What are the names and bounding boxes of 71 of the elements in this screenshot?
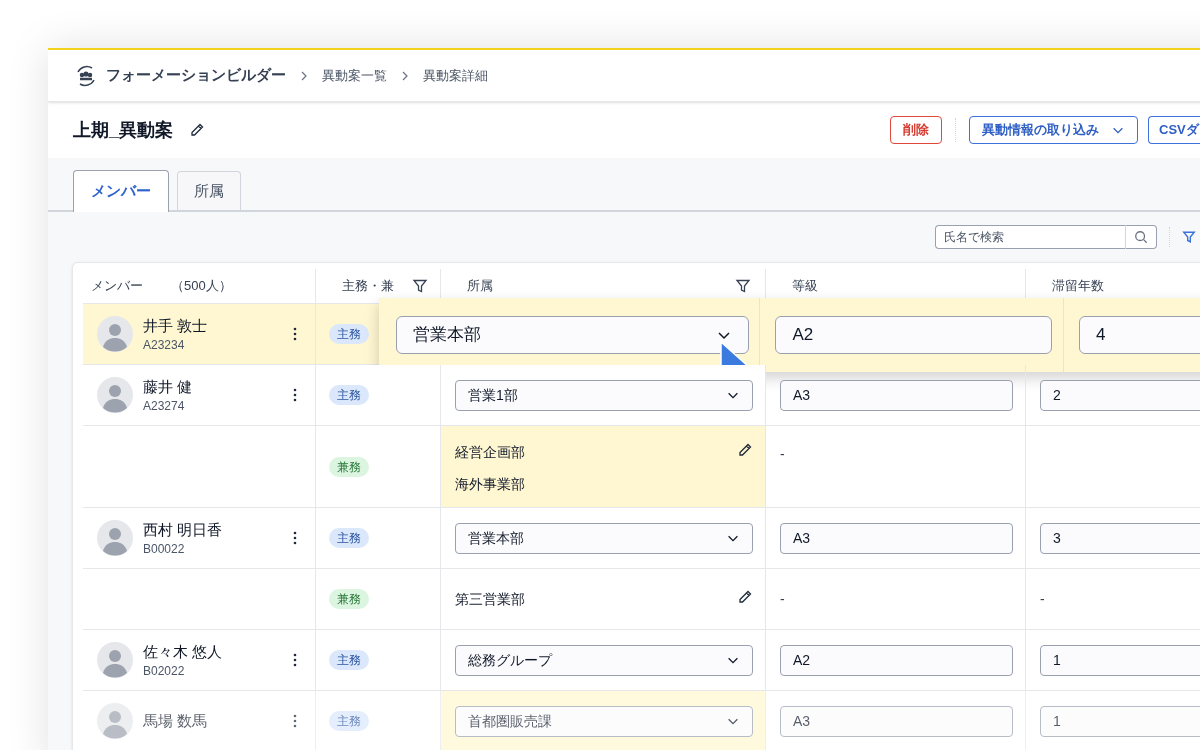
member-name: 藤井 健 — [143, 376, 194, 397]
years-field[interactable]: 3 — [1040, 522, 1200, 554]
breadcrumb-link[interactable]: 異動案詳細 — [423, 65, 488, 86]
app-name[interactable]: フォーメーションビルダー — [106, 64, 286, 87]
more-icon[interactable] — [293, 531, 297, 545]
years-field[interactable]: 1 — [1040, 644, 1200, 676]
column-header: メンバー — [91, 277, 143, 296]
department-select[interactable]: 営業本部 — [455, 522, 753, 554]
department-select[interactable]: 総務グループ — [455, 644, 753, 676]
delete-button[interactable]: 削除 — [890, 116, 942, 144]
pencil-icon[interactable] — [737, 442, 753, 458]
role-tag: 兼務 — [329, 589, 369, 609]
tab[interactable]: メンバー — [73, 170, 169, 212]
column-header: 等級 — [792, 277, 818, 296]
import-button[interactable]: 異動情報の取り込み — [969, 116, 1138, 144]
avatar — [97, 316, 133, 352]
column-header: 所属 — [467, 277, 493, 296]
member-code: A23234 — [143, 337, 186, 354]
column-header: 主務・兼 — [342, 277, 394, 296]
filter-icon[interactable] — [412, 278, 428, 294]
pencil-icon[interactable] — [737, 589, 753, 605]
department-select[interactable]: 営業1部 — [455, 379, 753, 411]
download-button[interactable]: CSVダ — [1148, 116, 1200, 144]
grade-field-text: - — [780, 590, 785, 609]
more-icon[interactable] — [293, 327, 297, 341]
more-icon[interactable] — [293, 388, 297, 402]
role-tag: 主務 — [329, 650, 369, 670]
role-tag: 主務 — [329, 324, 369, 344]
grade-field[interactable]: A2 — [780, 644, 1013, 676]
search-button[interactable] — [1125, 225, 1157, 249]
filter-icon[interactable] — [1182, 230, 1196, 244]
member-code: B02022 — [143, 663, 186, 680]
years-field[interactable]: 2 — [1040, 379, 1200, 411]
grade-field[interactable]: A3 — [780, 379, 1013, 411]
department-text: 海外事業部 — [455, 475, 525, 494]
avatar — [97, 703, 133, 739]
grade-field[interactable]: A2 — [775, 316, 1053, 354]
page-title: 上期_異動案 — [73, 119, 173, 142]
grade-field[interactable]: A3 — [780, 522, 1013, 554]
member-name: 井手 敦士 — [143, 315, 209, 336]
breadcrumb-link[interactable]: 異動案一覧 — [322, 65, 387, 86]
tab[interactable]: 所属 — [177, 171, 241, 210]
grade-field[interactable]: A3 — [780, 705, 1013, 737]
pencil-icon[interactable] — [189, 122, 205, 138]
member-code: B00022 — [143, 541, 186, 558]
department-select[interactable]: 首都圏販売課 — [455, 705, 753, 737]
department-text: 第三営業部 — [455, 590, 525, 609]
column-header: 滞留年数 — [1052, 277, 1104, 296]
avatar — [97, 377, 133, 413]
filter-icon[interactable] — [735, 278, 751, 294]
role-tag: 兼務 — [329, 456, 369, 477]
role-tag: 主務 — [329, 711, 369, 731]
years-field[interactable]: 4 — [1079, 316, 1200, 354]
search-field[interactable]: 氏名で検索 — [935, 225, 1125, 249]
role-tag: 主務 — [329, 385, 369, 405]
member-name: 西村 明日香 — [143, 519, 224, 540]
member-name: 佐々木 悠人 — [143, 641, 224, 662]
department-text: 経営企画部 — [455, 443, 525, 462]
grade-field-text: - — [780, 445, 785, 464]
department-select[interactable]: 営業本部 — [396, 316, 749, 354]
avatar — [97, 520, 133, 556]
years-field[interactable]: 1 — [1040, 705, 1200, 737]
member-name: 馬場 数馬 — [143, 710, 209, 731]
search-icon — [1134, 230, 1148, 244]
member-count: （500人） — [171, 277, 232, 296]
member-code: A23274 — [143, 398, 186, 415]
more-icon[interactable] — [293, 653, 297, 667]
role-tag: 主務 — [329, 528, 369, 548]
years-field-text: - — [1040, 590, 1045, 609]
avatar — [97, 642, 133, 678]
team-logo-icon — [74, 63, 98, 88]
